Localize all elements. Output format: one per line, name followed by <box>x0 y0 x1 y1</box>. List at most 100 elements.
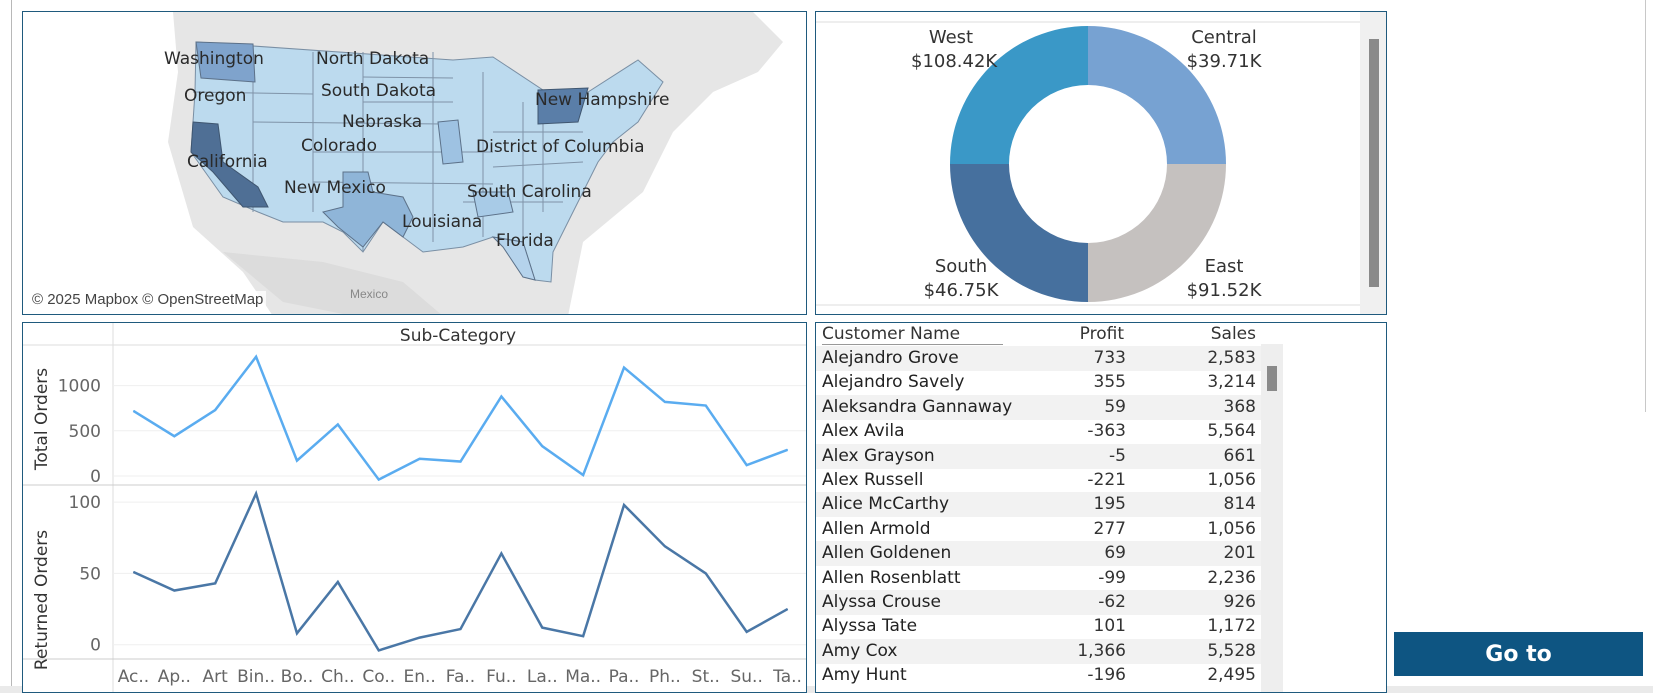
map-label-mexico: Mexico <box>350 287 389 301</box>
data-point[interactable] <box>705 405 707 407</box>
table-row[interactable]: Alejandro Savely 355 3,214 <box>816 370 1261 395</box>
series-1-axis-title: Returned Orders <box>32 530 52 670</box>
chart-title: Sub-Category <box>400 326 516 346</box>
south-region-value: $46.75K <box>923 280 999 301</box>
data-point[interactable] <box>541 627 543 629</box>
go-to-button[interactable]: Go to <box>1394 632 1643 676</box>
table-scrollbar-track[interactable] <box>1261 344 1283 692</box>
customer-name: Alyssa Crouse <box>822 592 941 612</box>
data-point[interactable] <box>214 582 216 584</box>
donut-scrollbar-thumb[interactable] <box>1369 39 1379 287</box>
data-point[interactable] <box>173 590 175 592</box>
data-point[interactable] <box>378 479 380 481</box>
subcategory-line-chart[interactable]: Sub-Category Total Orders Returned Order… <box>23 323 807 693</box>
map-label-florida: Florida <box>496 231 554 251</box>
data-point[interactable] <box>132 410 134 412</box>
data-point[interactable] <box>705 572 707 574</box>
y-tick-label: 1000 <box>58 377 101 397</box>
window-left-border <box>11 0 12 693</box>
data-point[interactable] <box>296 632 298 634</box>
table-row[interactable]: Alex Grayson -5 661 <box>816 443 1261 469</box>
illinois-state[interactable] <box>437 119 464 165</box>
header-customer-name[interactable]: Customer Name <box>822 324 1003 345</box>
customer-sales: 3,214 <box>1207 372 1256 393</box>
table-row[interactable]: Alex Russell -221 1,056 <box>816 468 1261 493</box>
table-row[interactable]: Alyssa Tate 101 1,172 <box>816 614 1261 639</box>
data-point[interactable] <box>623 504 625 506</box>
customer-profit: -363 <box>1087 421 1126 442</box>
data-point[interactable] <box>787 608 789 610</box>
map-label-new-mexico: New Mexico <box>284 178 386 198</box>
data-point[interactable] <box>296 460 298 462</box>
customer-name: Alex Grayson <box>822 445 935 466</box>
map-attribution[interactable]: © 2025 Mapbox © OpenStreetMap <box>29 291 267 308</box>
region-donut-chart[interactable] <box>816 12 1387 315</box>
table-row[interactable]: Amy Cox 1,366 5,528 <box>816 638 1261 664</box>
map-label-louisiana: Louisiana <box>402 212 483 232</box>
region-donut-panel[interactable]: West $108.42K Central $39.71K South $46.… <box>815 11 1387 315</box>
data-point[interactable] <box>664 545 666 547</box>
table-row[interactable]: Allen Rosenblatt -99 2,236 <box>816 566 1261 591</box>
data-point[interactable] <box>419 458 421 460</box>
data-point[interactable] <box>541 445 543 447</box>
table-row[interactable]: Allen Goldenen 69 201 <box>816 541 1261 567</box>
x-tick-label: La.. <box>527 667 558 687</box>
east-region-value: $91.52K <box>1186 280 1262 301</box>
data-point[interactable] <box>623 367 625 369</box>
customer-sales: 1,172 <box>1207 616 1256 637</box>
data-point[interactable] <box>746 631 748 633</box>
x-tick-label: Co.. <box>362 667 395 687</box>
customer-sales: 5,564 <box>1207 421 1256 442</box>
customer-sales: 926 <box>1223 592 1256 612</box>
x-tick-label: Ma.. <box>565 667 601 687</box>
table-row[interactable]: Alyssa Crouse -62 926 <box>816 590 1261 615</box>
x-tick-label: St.. <box>692 667 720 687</box>
customer-name: Amy Cox <box>822 640 898 661</box>
series-line-1[interactable] <box>132 489 789 652</box>
subcategory-orders-panel[interactable]: Sub-Category Total Orders Returned Order… <box>22 322 807 693</box>
table-row[interactable]: Allen Armold 277 1,056 <box>816 517 1261 542</box>
data-point[interactable] <box>500 395 502 397</box>
data-point[interactable] <box>787 449 789 451</box>
x-tick-label: Pa.. <box>609 667 640 687</box>
data-point[interactable] <box>500 552 502 554</box>
data-point[interactable] <box>255 493 257 495</box>
data-point[interactable] <box>460 461 461 463</box>
data-point[interactable] <box>460 628 461 630</box>
x-tick-label: Art <box>203 667 229 687</box>
data-point[interactable] <box>132 571 134 573</box>
customer-table-panel[interactable]: Customer Name Profit Sales Alejandro Gro… <box>815 322 1387 693</box>
table-scrollbar-thumb[interactable] <box>1267 366 1277 391</box>
central-region-name: Central <box>1191 27 1257 48</box>
data-point[interactable] <box>746 464 748 466</box>
data-point[interactable] <box>419 637 421 639</box>
data-point[interactable] <box>582 474 584 476</box>
table-row[interactable]: Amy Hunt -196 2,495 <box>816 663 1261 688</box>
customer-name: Amy Hunt <box>822 665 907 686</box>
header-sales[interactable]: Sales <box>1186 324 1256 344</box>
data-point[interactable] <box>582 635 584 637</box>
data-point[interactable] <box>337 581 339 583</box>
south-region-name: South <box>934 256 988 277</box>
data-point[interactable] <box>214 409 216 411</box>
east-region-name: East <box>1204 256 1244 277</box>
x-tick-label: Fu.. <box>486 667 516 687</box>
sales-map-panel[interactable]: Washington North Dakota Oregon South Dak… <box>22 11 807 315</box>
customer-name: Aleksandra Gannaway <box>822 396 1013 417</box>
data-point[interactable] <box>337 423 339 425</box>
table-row[interactable]: Aleksandra Gannaway 59 368 <box>816 394 1261 420</box>
table-row[interactable]: Alejandro Grove 733 2,583 <box>816 346 1261 371</box>
x-tick-label: Ta.. <box>772 667 802 687</box>
table-row[interactable]: Alex Avila -363 5,564 <box>816 419 1261 444</box>
customer-profit: 59 <box>1104 396 1126 417</box>
customer-profit: -5 <box>1109 445 1126 466</box>
data-point[interactable] <box>664 401 666 403</box>
data-point[interactable] <box>173 435 175 437</box>
donut-label-south: South $46.75K <box>921 255 1001 303</box>
customer-name: Alejandro Savely <box>822 372 965 393</box>
data-point[interactable] <box>255 356 257 358</box>
data-point[interactable] <box>378 649 380 651</box>
header-profit[interactable]: Profit <box>1076 324 1124 344</box>
customer-sales: 2,495 <box>1207 665 1256 686</box>
table-row[interactable]: Alice McCarthy 195 814 <box>816 492 1261 518</box>
